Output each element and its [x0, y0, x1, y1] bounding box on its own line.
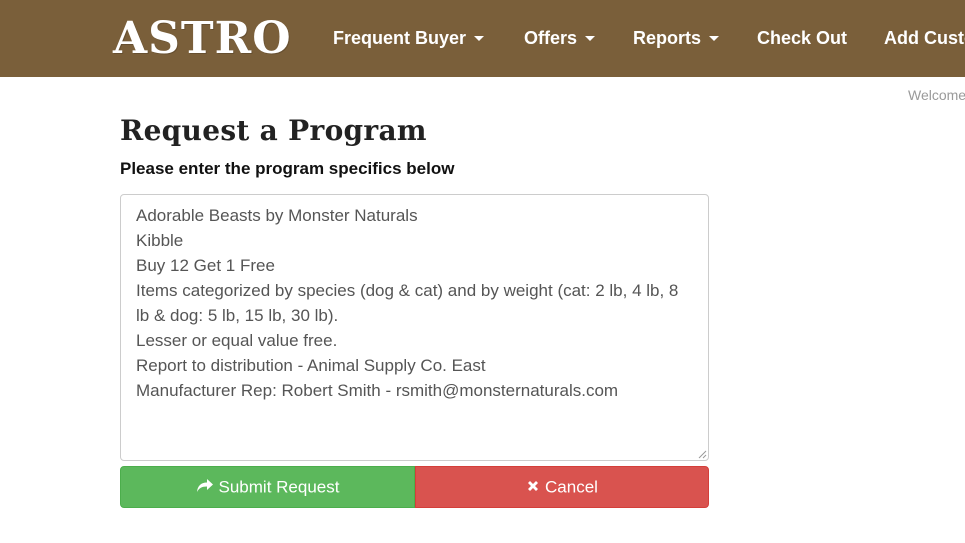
caret-down-icon [585, 35, 596, 41]
caret-down-icon [709, 35, 720, 41]
nav-check-out[interactable]: Check Out [757, 26, 847, 50]
submit-request-label: Submit Request [218, 477, 340, 497]
nav-reports[interactable]: Reports [633, 26, 720, 50]
nav-frequent-buyer[interactable]: Frequent Buyer [333, 26, 485, 50]
nav-reports-label: Reports [633, 28, 702, 48]
nav-check-out-label: Check Out [757, 28, 848, 48]
page-subtitle: Please enter the program specifics below [120, 159, 455, 178]
resize-handle-icon[interactable] [697, 449, 707, 459]
nav-offers-label: Offers [524, 28, 578, 48]
nav-frequent-buyer-label: Frequent Buyer [333, 28, 467, 48]
cancel-button[interactable]: Cancel [415, 466, 709, 508]
nav-add-customer-label: Add Custo [884, 28, 965, 48]
cancel-label: Cancel [545, 477, 598, 497]
close-icon [528, 480, 539, 491]
nav-add-customer[interactable]: Add Custo [884, 26, 965, 50]
welcome-text: Welcome [908, 87, 965, 103]
astro-logo[interactable]: ASTRO [113, 14, 292, 64]
program-specifics-textarea[interactable] [120, 194, 709, 461]
page-title: Request a Program [120, 114, 427, 147]
nav-offers[interactable]: Offers [524, 26, 596, 50]
top-navbar: ASTRO Frequent Buyer Offers Reports Chec… [0, 0, 965, 77]
submit-request-button[interactable]: Submit Request [120, 466, 415, 508]
share-arrow-icon [196, 478, 213, 492]
caret-down-icon [474, 35, 485, 41]
